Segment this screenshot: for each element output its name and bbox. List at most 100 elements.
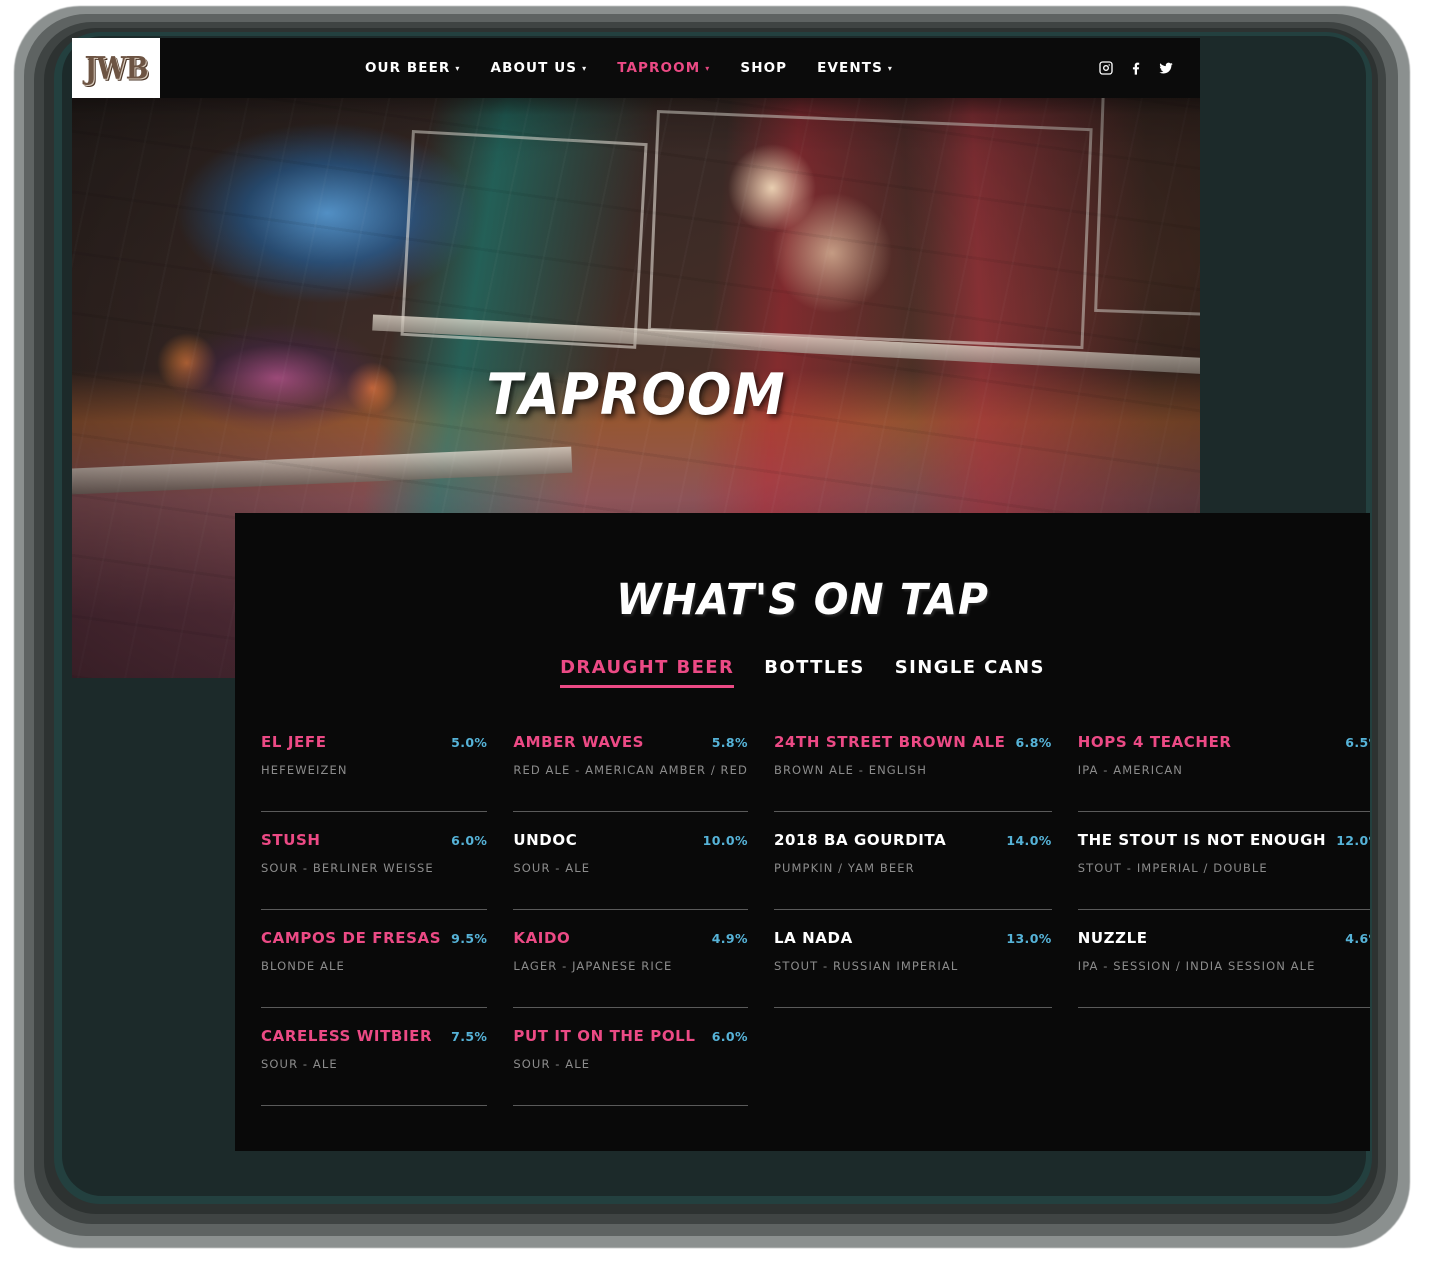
beer-name: KAIDO: [513, 929, 571, 947]
beer-style: RED ALE - AMERICAN AMBER / RED: [513, 762, 748, 777]
beer-item[interactable]: UNDOC 10.0% SOUR - ALE: [513, 832, 748, 930]
beer-style: BLONDE ALE: [261, 958, 345, 973]
tab-draught-beer[interactable]: DRAUGHT BEER: [560, 657, 735, 688]
chevron-down-icon: ▾: [455, 64, 461, 73]
beer-abv: 4.6%: [1345, 931, 1370, 946]
beer-abv: 14.0%: [1006, 833, 1052, 848]
beer-divider: [513, 1006, 748, 1008]
beer-divider: [773, 908, 1052, 910]
beer-item[interactable]: LA NADA 13.0% STOUT - RUSSIAN IMPERIAL: [773, 929, 1052, 1028]
beer-item[interactable]: AMBER WAVES 5.8% RED ALE - AMERICAN AMBE…: [513, 734, 748, 832]
beer-divider: [261, 1006, 488, 1008]
beer-item[interactable]: 24TH STREET BROWN ALE 6.8% BROWN ALE - E…: [773, 733, 1052, 832]
beer-style: IPA - AMERICAN: [1077, 762, 1183, 777]
beer-item[interactable]: EL JEFE 5.0% HEFEWEIZEN: [261, 733, 488, 832]
nav-label-shop: SHOP: [740, 60, 788, 76]
primary-navigation: OUR BEER ▾ ABOUT US ▾ TAPROOM ▾ SHOP EVE…: [160, 38, 1098, 98]
beer-abv: 4.9%: [711, 931, 748, 946]
nav-item-taproom[interactable]: TAPROOM ▾: [617, 60, 710, 76]
beer-abv: 7.5%: [451, 1029, 488, 1044]
beer-divider: [513, 908, 748, 910]
facebook-icon[interactable]: [1128, 60, 1144, 76]
beer-divider: [1077, 810, 1370, 812]
nav-label-about-us: ABOUT US: [490, 60, 578, 76]
nav-label-taproom: TAPROOM: [617, 60, 701, 76]
beer-list-grid: EL JEFE 5.0% HEFEWEIZEN AMBER WAVES 5.8%…: [261, 733, 1370, 1126]
chevron-down-icon: ▾: [582, 64, 588, 73]
tap-category-tabs: DRAUGHT BEER BOTTLES SINGLE CANS: [235, 657, 1370, 688]
site-logo[interactable]: JWB: [72, 38, 160, 98]
page-title: TAPROOM: [486, 362, 786, 429]
beer-name: HOPS 4 TEACHER: [1077, 733, 1232, 751]
beer-style: LAGER - JAPANESE RICE: [513, 958, 673, 973]
beer-style: SOUR - BERLINER WEISSE: [261, 860, 434, 875]
nav-item-events[interactable]: EVENTS ▾: [817, 60, 893, 76]
twitter-icon[interactable]: [1158, 60, 1174, 76]
beer-name: CARELESS WITBIER: [261, 1027, 433, 1045]
instagram-icon[interactable]: [1098, 60, 1114, 76]
site-navbar: JWB OUR BEER ▾ ABOUT US ▾ TAPROOM ▾ SHOP: [72, 38, 1200, 98]
beer-divider: [513, 810, 748, 812]
beer-name: THE STOUT IS NOT ENOUGH: [1077, 831, 1327, 849]
beer-style: BROWN ALE - ENGLISH: [773, 762, 927, 777]
whats-on-tap-section: WHAT'S ON TAP DRAUGHT BEER BOTTLES SINGL…: [235, 513, 1370, 1151]
beer-style: SOUR - ALE: [513, 860, 591, 875]
beer-divider: [261, 1104, 488, 1106]
nav-label-our-beer: OUR BEER: [364, 60, 451, 76]
beer-style: IPA - SESSION / INDIA SESSION ALE: [1077, 958, 1316, 973]
section-title: WHAT'S ON TAP: [616, 575, 989, 625]
beer-item[interactable]: 2018 BA GOURDITA 14.0% PUMPKIN / YAM BEE…: [773, 831, 1052, 930]
beer-item[interactable]: NUZZLE 4.6% IPA - SESSION / INDIA SESSIO…: [1077, 929, 1370, 1028]
beer-name: STUSH: [261, 831, 321, 849]
beer-abv: 6.8%: [1015, 735, 1052, 750]
beer-name: AMBER WAVES: [513, 733, 645, 751]
beer-divider: [773, 810, 1052, 812]
beer-style: SOUR - ALE: [513, 1056, 591, 1071]
chevron-down-icon: ▾: [705, 64, 711, 73]
beer-abv: 5.0%: [451, 735, 488, 750]
chevron-down-icon: ▾: [887, 64, 894, 73]
beer-divider: [1077, 1006, 1370, 1008]
beer-name: LA NADA: [773, 929, 853, 947]
beer-style: STOUT - RUSSIAN IMPERIAL: [773, 958, 959, 973]
beer-divider: [261, 810, 488, 812]
beer-name: EL JEFE: [261, 733, 327, 751]
beer-item[interactable]: STUSH 6.0% SOUR - BERLINER WEISSE: [261, 831, 488, 930]
beer-divider: [261, 908, 488, 910]
beer-name: PUT IT ON THE POLL: [513, 1027, 696, 1045]
beer-item[interactable]: KAIDO 4.9% LAGER - JAPANESE RICE: [513, 930, 748, 1028]
nav-item-our-beer[interactable]: OUR BEER ▾: [365, 60, 461, 76]
nav-item-about-us[interactable]: ABOUT US ▾: [491, 60, 588, 76]
beer-name: NUZZLE: [1077, 929, 1148, 947]
beer-style: STOUT - IMPERIAL / DOUBLE: [1077, 860, 1268, 875]
beer-name: CAMPOS DE FRESAS: [261, 929, 442, 947]
beer-abv: 12.0%: [1336, 833, 1370, 848]
tab-single-cans[interactable]: SINGLE CANS: [895, 657, 1045, 688]
beer-name: 24TH STREET BROWN ALE: [773, 733, 1006, 751]
beer-name: 2018 BA GOURDITA: [773, 831, 947, 849]
beer-item[interactable]: PUT IT ON THE POLL 6.0% SOUR - ALE: [513, 1028, 748, 1126]
beer-divider: [1077, 908, 1370, 910]
beer-item[interactable]: CAMPOS DE FRESAS 9.5% BLONDE ALE: [261, 929, 488, 1028]
logo-text: JWB: [84, 50, 149, 86]
beer-abv: 5.8%: [711, 735, 748, 750]
nav-label-events: EVENTS: [817, 60, 883, 76]
beer-abv: 6.5%: [1345, 735, 1370, 750]
beer-style: SOUR - ALE: [261, 1056, 338, 1071]
beer-abv: 13.0%: [1006, 931, 1052, 946]
social-links: [1098, 38, 1200, 98]
beer-style: PUMPKIN / YAM BEER: [773, 860, 915, 875]
beer-abv: 10.0%: [702, 833, 748, 848]
device-mockup: JWB OUR BEER ▾ ABOUT US ▾ TAPROOM ▾ SHOP: [0, 0, 1440, 1262]
beer-item[interactable]: CARELESS WITBIER 7.5% SOUR - ALE: [261, 1027, 488, 1126]
tab-bottles[interactable]: BOTTLES: [764, 657, 865, 688]
beer-style: HEFEWEIZEN: [261, 762, 348, 777]
beer-item[interactable]: THE STOUT IS NOT ENOUGH 12.0% STOUT - IM…: [1077, 831, 1370, 930]
beer-abv: 6.0%: [711, 1029, 748, 1044]
beer-divider: [513, 1104, 748, 1106]
beer-abv: 6.0%: [451, 833, 488, 848]
beer-divider: [773, 1006, 1052, 1008]
beer-item[interactable]: HOPS 4 TEACHER 6.5% IPA - AMERICAN: [1077, 733, 1370, 832]
beer-abv: 9.5%: [451, 931, 488, 946]
nav-item-shop[interactable]: SHOP: [740, 60, 787, 76]
